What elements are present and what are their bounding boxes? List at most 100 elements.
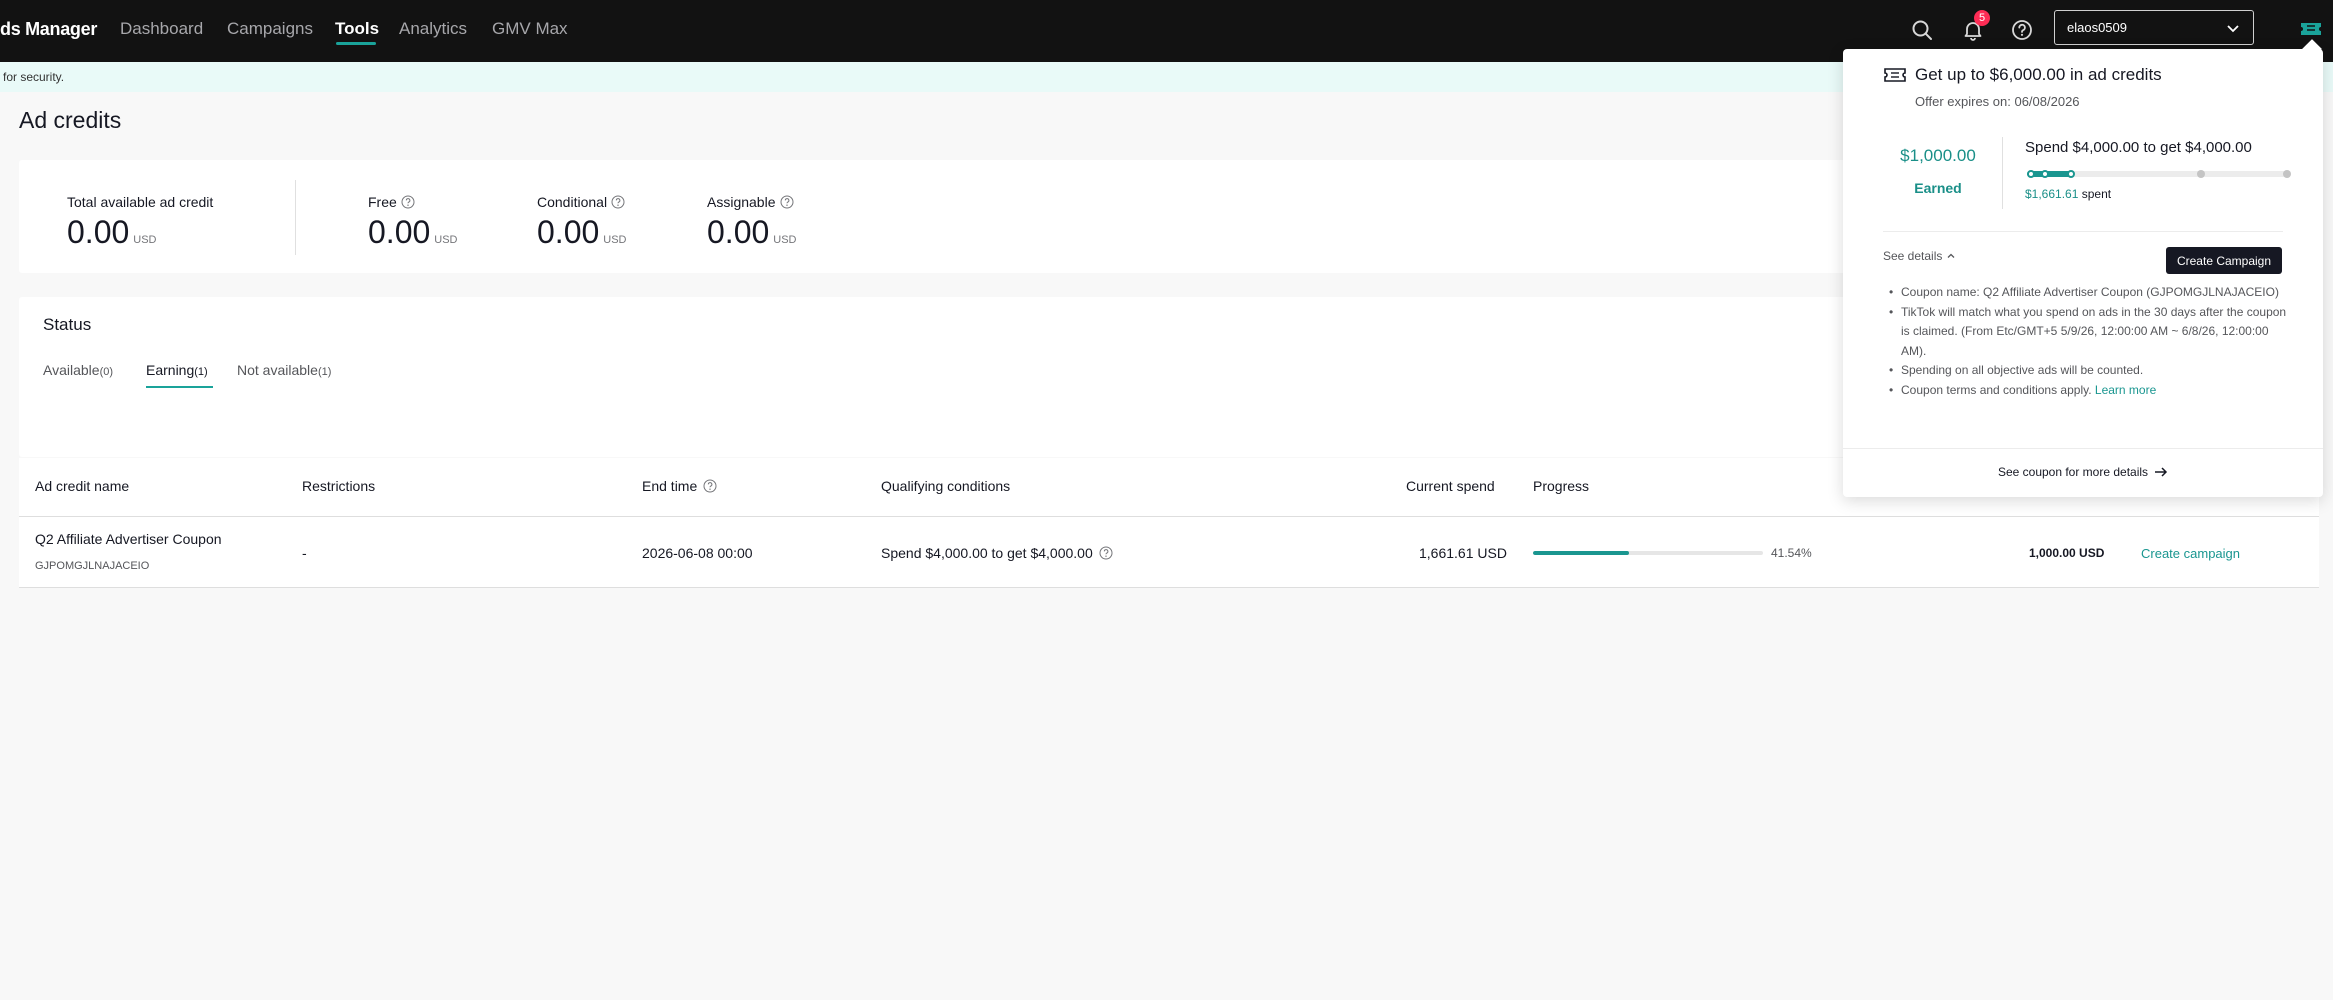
coupon-details-list: Coupon name: Q2 Affiliate Advertiser Cou… — [1887, 283, 2287, 400]
create-campaign-button[interactable]: Create Campaign — [2166, 247, 2282, 274]
currency-unit: USD — [133, 234, 157, 246]
active-tab-underline — [146, 386, 213, 388]
tab-count: (1) — [194, 366, 208, 378]
ad-credit-code: GJPOMGJLNAJACEIO — [35, 560, 150, 572]
milestone-dot — [2197, 170, 2205, 178]
help-circle-icon[interactable] — [1099, 546, 1113, 560]
nav-tools[interactable]: Tools — [335, 19, 379, 39]
account-selector[interactable]: elaos0509 — [2054, 10, 2254, 45]
list-item: Coupon terms and conditions apply. Learn… — [1887, 381, 2287, 401]
column-header-qualifying-conditions: Qualifying conditions — [881, 478, 1011, 494]
milestone-dot — [2027, 170, 2035, 178]
column-header-current-spend: Current spend — [1406, 478, 1495, 494]
free-label: Free — [368, 194, 397, 210]
chevron-up-icon — [1947, 253, 1955, 258]
arrow-right-icon — [2155, 467, 2168, 477]
account-name: elaos0509 — [2067, 20, 2127, 35]
credit-amount-value: 1,000.00 USD — [2029, 546, 2105, 560]
help-circle-icon[interactable] — [611, 195, 625, 209]
end-time-label: End time — [642, 478, 698, 494]
progress-bar — [1533, 551, 1763, 555]
nav-dashboard[interactable]: Dashboard — [120, 19, 203, 39]
coupon-ticket-icon — [1884, 68, 1906, 82]
list-item: TikTok will match what you spend on ads … — [1887, 303, 2287, 362]
column-header-name: Ad credit name — [35, 478, 130, 494]
milestone-dot — [2041, 170, 2049, 178]
spend-progress-bar — [2027, 170, 2291, 178]
see-coupon-details-link[interactable]: See coupon for more details — [1843, 465, 2323, 479]
nav-analytics[interactable]: Analytics — [399, 19, 467, 39]
help-circle-icon[interactable] — [703, 479, 717, 493]
column-header-end-time: End time — [642, 478, 717, 494]
tab-not-available[interactable]: Not available(1) — [237, 362, 331, 378]
page-title: Ad credits — [19, 107, 122, 133]
create-campaign-link[interactable]: Create campaign — [2141, 546, 2240, 561]
current-spend-value: 1,661.61 USD — [1419, 545, 1507, 561]
total-available-metric: Total available ad credit 0.00 USD — [67, 194, 213, 251]
learn-more-link[interactable]: Learn more — [2095, 383, 2156, 397]
currency-unit: USD — [434, 234, 458, 246]
column-header-restrictions: Restrictions — [302, 478, 376, 494]
ad-credit-offer-popover: Get up to $6,000.00 in ad credits Offer … — [1843, 49, 2323, 497]
status-title: Status — [43, 315, 92, 334]
assignable-label: Assignable — [707, 194, 776, 210]
milestone-dot — [2283, 170, 2291, 178]
restrictions-value: - — [302, 545, 307, 561]
brand-logo[interactable]: ds Manager — [0, 19, 97, 40]
conditional-value: 0.00 — [537, 214, 600, 250]
offer-expiry: Offer expires on: 06/08/2026 — [1915, 94, 2080, 109]
ad-credit-name: Q2 Affiliate Advertiser Coupon — [35, 531, 222, 547]
free-metric: Free 0.00 USD — [368, 194, 458, 251]
help-circle-icon[interactable] — [780, 195, 794, 209]
tab-count: (1) — [317, 366, 332, 378]
row-divider — [19, 587, 2319, 588]
earned-amount: $1,000.00 — [1900, 146, 1976, 165]
tab-label: Earning — [146, 362, 195, 378]
see-details-toggle[interactable]: See details — [1883, 249, 1956, 263]
qualifying-conditions-value: Spend $4,000.00 to get $4,000.00 — [881, 545, 1113, 561]
terms-text: Coupon terms and conditions apply. — [1901, 382, 2092, 397]
tab-earning[interactable]: Earning(1) — [146, 362, 208, 378]
progress-percent: 41.54% — [1771, 546, 1812, 560]
assignable-value: 0.00 — [707, 214, 770, 250]
popover-section-divider — [1883, 231, 2283, 232]
milestone-dot — [2067, 170, 2075, 178]
tab-count: (0) — [99, 366, 114, 378]
tab-available[interactable]: Available(0) — [43, 362, 113, 378]
help-icon[interactable] — [2006, 14, 2038, 46]
assignable-metric: Assignable 0.00 USD — [707, 194, 797, 251]
header-divider — [19, 516, 2319, 517]
offer-title: Get up to $6,000.00 in ad credits — [1915, 65, 2162, 84]
notification-badge: 5 — [1974, 10, 1990, 26]
list-item: Spending on all objective ads will be co… — [1887, 361, 2287, 381]
spend-goal-title: Spend $4,000.00 to get $4,000.00 — [2025, 139, 2252, 156]
spent-value: $1,661.61 — [2025, 187, 2079, 201]
free-value: 0.00 — [368, 214, 431, 250]
earned-box: $1,000.00 Earned — [1883, 146, 1993, 196]
total-available-label: Total available ad credit — [67, 194, 214, 210]
search-icon[interactable] — [1906, 14, 1938, 46]
progress-bar-fill — [1533, 551, 1629, 555]
conditions-text: Spend $4,000.00 to get $4,000.00 — [881, 545, 1093, 561]
earned-label: Earned — [1914, 180, 1962, 196]
popover-footer-divider — [1843, 448, 2323, 449]
conditional-metric: Conditional 0.00 USD — [537, 194, 627, 251]
end-time-value: 2026-06-08 00:00 — [642, 545, 753, 561]
conditional-label: Conditional — [537, 194, 608, 210]
currency-unit: USD — [773, 234, 797, 246]
spent-amount: $1,661.61 spent — [2025, 187, 2111, 201]
see-details-label: See details — [1883, 249, 1943, 263]
summary-divider — [295, 180, 296, 255]
currency-unit: USD — [603, 234, 627, 246]
tab-label: Available — [43, 362, 100, 378]
column-header-progress: Progress — [1533, 478, 1590, 494]
nav-active-underline — [336, 42, 376, 45]
tab-label: Not available — [237, 362, 318, 378]
spent-suffix: spent — [2078, 187, 2112, 201]
nav-gmv-max[interactable]: GMV Max — [492, 19, 568, 39]
popover-divider — [2002, 137, 2003, 209]
see-coupon-details-label: See coupon for more details — [1997, 465, 2149, 479]
list-item: Coupon name: Q2 Affiliate Advertiser Cou… — [1887, 283, 2287, 303]
help-circle-icon[interactable] — [401, 195, 415, 209]
nav-campaigns[interactable]: Campaigns — [227, 19, 313, 39]
